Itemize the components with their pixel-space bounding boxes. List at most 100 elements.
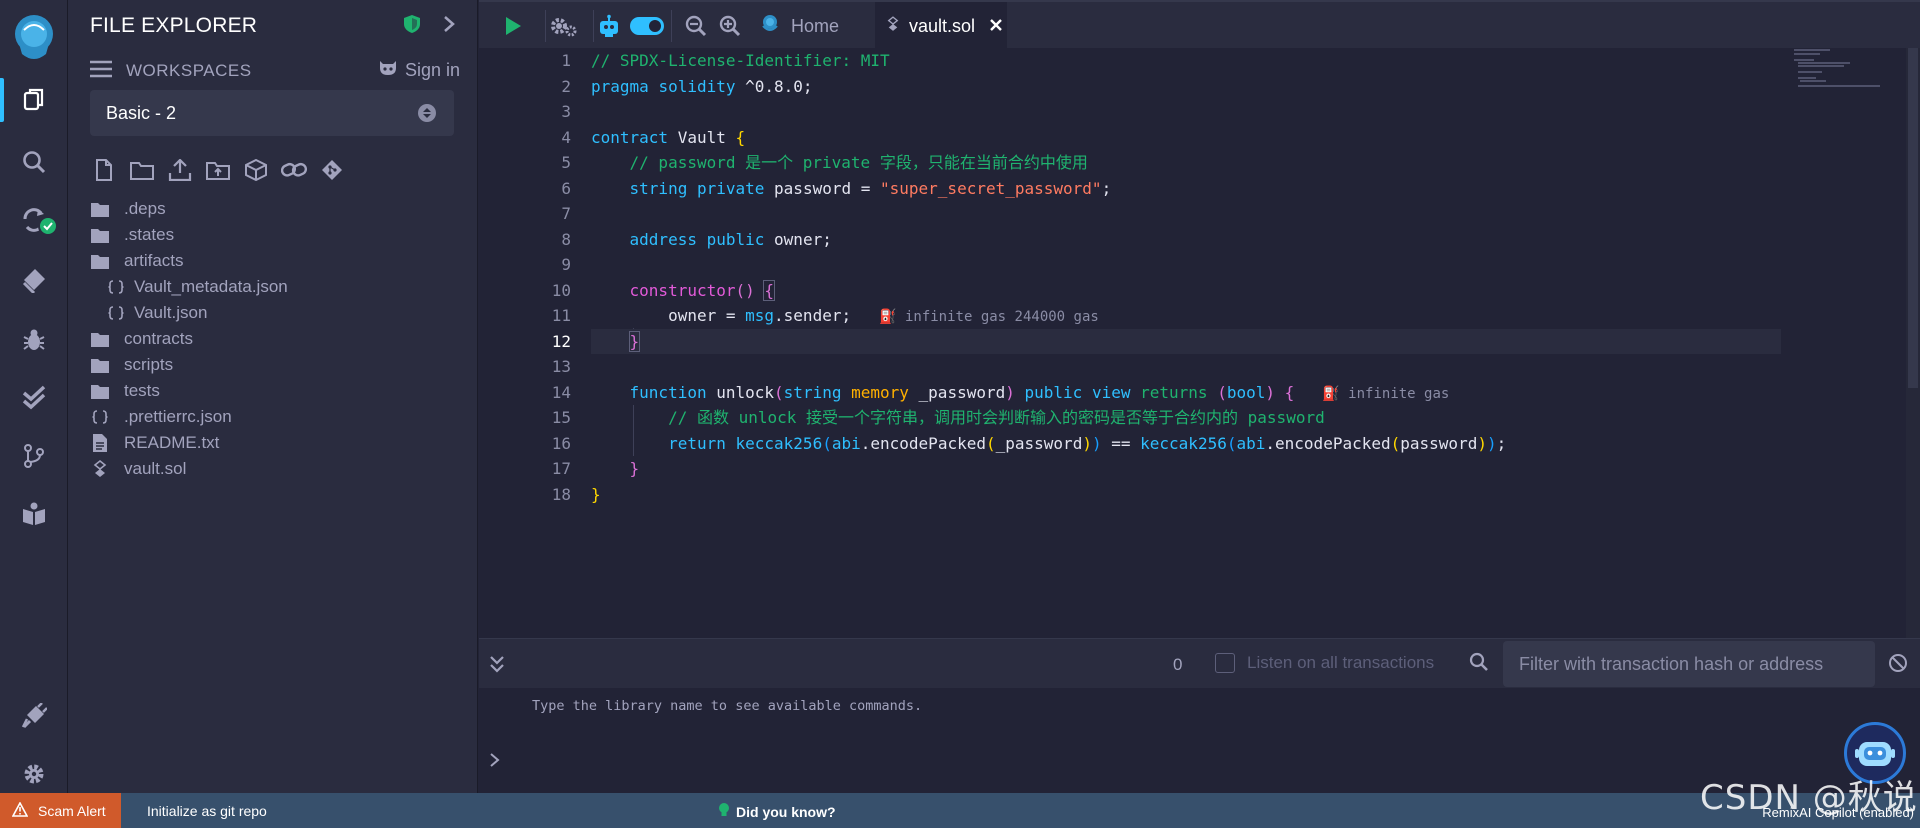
- gas-estimate: ⛽ infinite gas 244000 gas: [879, 309, 1099, 325]
- code-line-17: }: [591, 456, 1781, 482]
- terminal-prompt[interactable]: [489, 752, 501, 773]
- deploy-icon[interactable]: [14, 260, 54, 300]
- editor-minimap[interactable]: [1790, 48, 1900, 108]
- line-number: 5: [561, 153, 571, 172]
- shield-icon[interactable]: [403, 14, 421, 39]
- code-editor[interactable]: 1 2 3 4 5 6 7 8 9 10 11 12 13 14 15 16 1…: [479, 48, 1920, 638]
- folder-icon: [90, 199, 110, 219]
- solidity-compiler-icon[interactable]: [14, 200, 58, 240]
- new-folder-icon[interactable]: [128, 156, 156, 184]
- tree-item-readme[interactable]: README.txt: [90, 430, 460, 456]
- code-token: solidity: [658, 76, 736, 96]
- tab-home[interactable]: Home: [759, 2, 839, 50]
- hamburger-icon[interactable]: [90, 60, 112, 83]
- code-token: ): [1265, 382, 1276, 402]
- learneth-icon[interactable]: [14, 494, 54, 534]
- debugger-icon[interactable]: [14, 320, 54, 360]
- zoom-out-icon[interactable]: [683, 12, 709, 40]
- code-token: {: [763, 279, 776, 301]
- search-icon[interactable]: [14, 142, 54, 182]
- tab-vault-sol[interactable]: vault.sol: [875, 2, 1007, 50]
- code-token: abi: [1236, 433, 1266, 453]
- transaction-filter-input[interactable]: Filter with transaction hash or address: [1503, 641, 1875, 687]
- code-token: owner;: [764, 229, 832, 249]
- run-icon[interactable]: [499, 12, 527, 40]
- line-number: 7: [561, 204, 571, 223]
- git-init-link[interactable]: Initialize as git repo: [147, 803, 267, 819]
- code-token: bool: [1226, 382, 1266, 402]
- tree-item-prettierrc[interactable]: .prettierrc.json: [90, 404, 460, 430]
- settings-icon[interactable]: [14, 754, 54, 794]
- line-number: 4: [561, 127, 571, 147]
- tree-item-vault-metadata[interactable]: Vault_metadata.json: [90, 274, 460, 300]
- robot-icon[interactable]: [595, 12, 623, 40]
- line-number: 18: [551, 484, 571, 504]
- tree-item-states[interactable]: .states: [90, 222, 460, 248]
- code-token: .encodePacked: [1265, 433, 1391, 453]
- collapse-icon[interactable]: [489, 655, 505, 678]
- code-line-6: string private password = "super_secret_…: [591, 176, 1781, 202]
- tree-item-tests[interactable]: tests: [90, 378, 460, 404]
- check-badge-icon: [38, 216, 58, 236]
- git-icon[interactable]: [14, 436, 54, 476]
- line-number: 10: [551, 280, 571, 300]
- ipfs-cube-icon[interactable]: [242, 156, 270, 184]
- tree-item-scripts[interactable]: scripts: [90, 352, 460, 378]
- tree-item-deps[interactable]: .deps: [90, 196, 460, 222]
- new-file-icon[interactable]: [90, 156, 118, 184]
- tree-item-label: .deps: [124, 199, 166, 218]
- checkbox-box[interactable]: [1215, 653, 1235, 673]
- scrollbar-thumb[interactable]: [1908, 48, 1918, 388]
- code-area[interactable]: // SPDX-License-Identifier: MIT pragma s…: [591, 48, 1781, 507]
- code-token: string: [783, 382, 842, 402]
- tree-item-label: Vault_metadata.json: [134, 277, 288, 296]
- code-token: ): [1005, 382, 1015, 402]
- test-icon[interactable]: [14, 378, 54, 418]
- code-token: (: [1390, 433, 1401, 453]
- tree-item-vault-sol[interactable]: vault.sol: [90, 456, 460, 482]
- listen-all-label: Listen on all transactions: [1247, 653, 1435, 672]
- code-token: .encodePacked: [860, 433, 986, 453]
- workspace-select[interactable]: Basic - 2: [90, 90, 454, 136]
- editor-tab-bar: Home vault.sol: [479, 0, 1920, 50]
- zoom-in-icon[interactable]: [717, 12, 743, 40]
- ai-toggle[interactable]: [629, 12, 665, 40]
- tree-item-vault-json[interactable]: Vault.json: [90, 300, 460, 326]
- folder-open-icon: [90, 251, 110, 271]
- scam-alert-button[interactable]: Scam Alert: [0, 793, 121, 828]
- plugin-manager-icon[interactable]: [14, 696, 54, 736]
- code-token: contract: [591, 127, 669, 147]
- tree-item-contracts[interactable]: contracts: [90, 326, 460, 352]
- line-number: 11: [551, 306, 571, 325]
- tree-item-artifacts[interactable]: artifacts: [90, 248, 460, 274]
- git-diamond-icon[interactable]: [318, 156, 346, 184]
- code-token: ): [1477, 433, 1487, 453]
- code-token: // SPDX-License-Identifier: MIT: [591, 51, 890, 70]
- line-number-current: 12: [551, 331, 571, 351]
- code-token: (: [774, 382, 784, 402]
- clear-icon[interactable]: [1888, 653, 1908, 678]
- listen-all-checkbox[interactable]: Listen on all transactions: [1215, 653, 1434, 673]
- upload-file-icon[interactable]: [166, 156, 194, 184]
- upload-folder-icon[interactable]: [204, 156, 232, 184]
- did-you-know[interactable]: Did you know?: [718, 802, 836, 821]
- code-token: }: [591, 484, 601, 504]
- close-icon[interactable]: [989, 16, 1003, 37]
- code-token: public: [706, 229, 765, 249]
- file-explorer-icon[interactable]: [14, 80, 54, 120]
- fuel-pump-icon: ⛽: [1322, 385, 1340, 402]
- code-line-11: owner = msg.sender; ⛽ infinite gas 244000…: [591, 303, 1781, 329]
- editor-scrollbar[interactable]: [1906, 48, 1920, 638]
- tree-item-label: artifacts: [124, 251, 184, 270]
- link-icon[interactable]: [280, 156, 308, 184]
- sign-in-button[interactable]: Sign in: [377, 58, 460, 83]
- terminal-message: Type the library name to see available c…: [532, 698, 923, 714]
- chevron-right-icon[interactable]: [443, 15, 455, 38]
- search-icon[interactable]: [1469, 652, 1489, 677]
- gear-icon[interactable]: [545, 12, 581, 40]
- did-you-know-label: Did you know?: [736, 803, 836, 820]
- remix-logo-icon[interactable]: [6, 10, 62, 66]
- tree-item-label: contracts: [124, 329, 193, 348]
